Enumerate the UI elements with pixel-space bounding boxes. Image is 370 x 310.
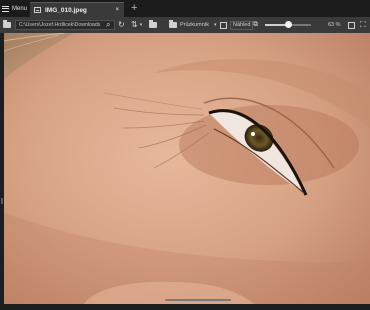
zoom-slider-thumb[interactable] bbox=[285, 21, 292, 28]
zoom-level: 63 % bbox=[328, 22, 341, 28]
search-icon: ⌕ bbox=[106, 20, 111, 29]
photo-image bbox=[4, 33, 370, 304]
open-external-button[interactable]: ⧉ bbox=[253, 20, 258, 30]
new-tab-button[interactable]: + bbox=[131, 2, 137, 14]
preview-toggle[interactable]: Náhled bbox=[220, 20, 254, 30]
fullscreen-icon: ⛶ bbox=[360, 20, 366, 29]
fullscreen-button[interactable]: ⛶ bbox=[360, 20, 366, 30]
folder-arrow-icon bbox=[149, 20, 157, 28]
refresh-icon: ↻ bbox=[118, 20, 125, 29]
path-field[interactable]: C:\Users\Jozef.Hrdlicek\Downloads bbox=[15, 20, 115, 30]
external-link-icon: ⧉ bbox=[253, 21, 258, 28]
sort-button[interactable]: ⇅ ▾ bbox=[131, 20, 142, 30]
horizontal-scrollbar[interactable] bbox=[165, 299, 231, 301]
fit-window-icon bbox=[348, 21, 355, 29]
side-panel-handle[interactable] bbox=[1, 198, 3, 204]
tab-bar: Menu IMG_010.jpeg × + bbox=[0, 0, 370, 17]
open-folder-button[interactable] bbox=[3, 20, 12, 30]
chevron-down-icon: ▾ bbox=[139, 22, 143, 28]
toolbar: C:\Users\Jozef.Hrdlicek\Downloads ⌕ ↻ ⇅ … bbox=[0, 17, 370, 33]
chevron-down-icon: ▾ bbox=[214, 22, 217, 28]
menu-label: Menu bbox=[12, 5, 28, 12]
search-button[interactable]: ⌕ bbox=[106, 20, 110, 30]
menu-button[interactable]: Menu bbox=[2, 2, 27, 15]
image-icon bbox=[220, 21, 227, 29]
explorer-button[interactable]: Průzkumník ▾ bbox=[169, 20, 217, 30]
tab-image[interactable]: IMG_010.jpeg × bbox=[30, 2, 124, 17]
hamburger-icon bbox=[2, 5, 9, 12]
move-to-folder-button[interactable] bbox=[149, 20, 157, 30]
folder-icon bbox=[3, 20, 11, 28]
explorer-label: Průzkumník bbox=[180, 22, 210, 28]
sort-icon: ⇅ bbox=[131, 20, 138, 29]
image-file-icon bbox=[34, 7, 41, 13]
fit-window-button[interactable] bbox=[348, 20, 355, 30]
tab-close-icon[interactable]: × bbox=[115, 7, 119, 13]
refresh-button[interactable]: ↻ bbox=[118, 20, 125, 30]
image-viewer[interactable] bbox=[4, 33, 370, 304]
tab-title: IMG_010.jpeg bbox=[45, 6, 87, 14]
preview-label: Náhled bbox=[230, 20, 254, 30]
zoom-slider[interactable] bbox=[265, 21, 311, 28]
explorer-folder-icon bbox=[169, 20, 177, 28]
